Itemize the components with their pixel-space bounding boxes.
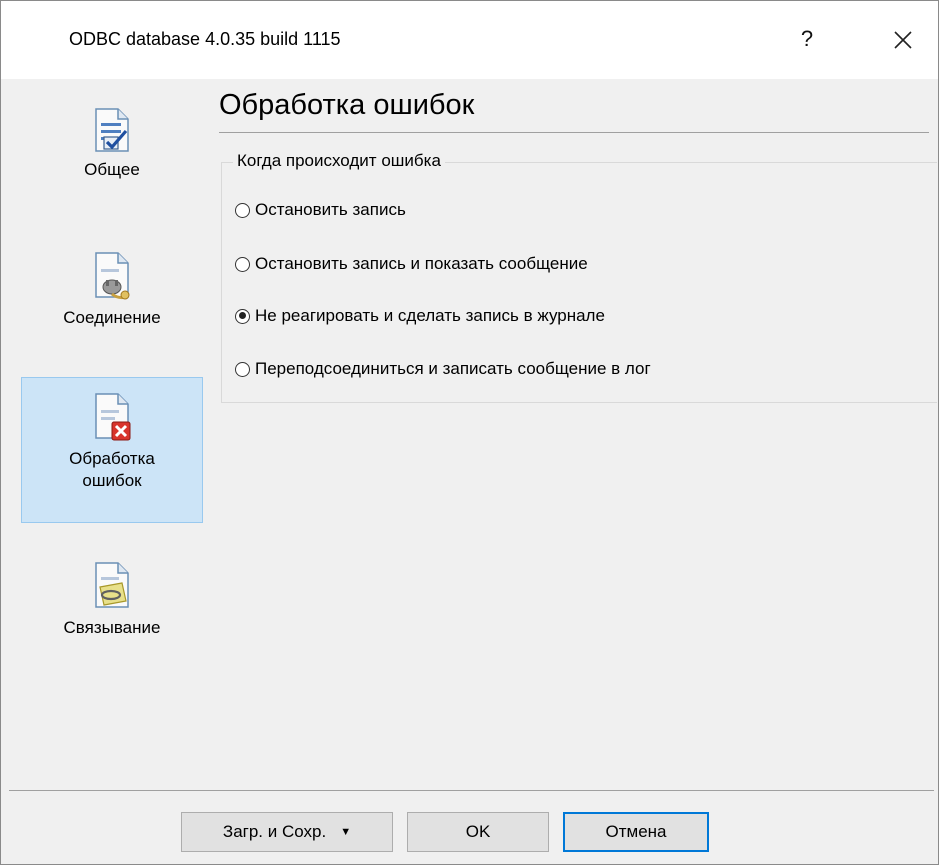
page-title: Обработка ошибок (219, 89, 475, 121)
close-icon (894, 30, 912, 49)
help-button[interactable]: ? (787, 17, 827, 61)
load-save-dropdown-button[interactable]: Загр. и Сохр. ▼ (181, 812, 393, 852)
close-button[interactable] (877, 17, 929, 61)
document-check-icon (95, 108, 129, 152)
document-error-icon (95, 393, 131, 441)
cancel-label: Отмена (605, 822, 667, 841)
sidebar-item-general[interactable]: Общее (21, 93, 203, 213)
radio-label: Не реагировать и сделать запись в журнал… (255, 306, 605, 325)
title-bar: ODBC database 4.0.35 build 1115 ? (1, 1, 938, 79)
radio-option-reconnect-and-log[interactable]: Переподсоединиться и записать сообщение … (235, 356, 651, 382)
radio-label: Остановить запись и показать сообщение (255, 254, 588, 273)
radio-button[interactable] (235, 361, 250, 377)
dialog-window: ODBC database 4.0.35 build 1115 ? Общее (0, 0, 939, 865)
radio-label: Переподсоединиться и записать сообщение … (255, 359, 651, 378)
radio-button-checked[interactable] (235, 308, 250, 324)
dropdown-arrow-icon: ▼ (340, 826, 352, 838)
sidebar-item-label: Общее (84, 160, 140, 179)
radio-option-stop-show-message[interactable]: Остановить запись и показать сообщение (235, 251, 588, 277)
load-save-label: Загр. и Сохр. (222, 822, 327, 841)
sidebar-item-binding[interactable]: Связывание (21, 549, 203, 669)
title-divider (219, 132, 929, 133)
group-label: Когда происходит ошибка (233, 151, 445, 171)
radio-option-ignore-and-log[interactable]: Не реагировать и сделать запись в журнал… (235, 303, 605, 329)
sidebar-item-label: Соединение (63, 308, 161, 327)
document-link-icon (95, 562, 129, 608)
radio-option-stop[interactable]: Остановить запись (235, 197, 406, 223)
sidebar-item-error-handling[interactable]: Обработка ошибок (21, 377, 203, 523)
sidebar-item-label: Связывание (63, 618, 161, 637)
sidebar-item-connection[interactable]: Соединение (21, 239, 203, 359)
sidebar-item-label: Обработка ошибок (69, 449, 155, 490)
radio-button[interactable] (235, 256, 250, 272)
radio-label: Остановить запись (255, 200, 406, 219)
document-plug-icon (95, 252, 130, 300)
ok-button[interactable]: OK (407, 812, 549, 852)
ok-label: OK (465, 822, 491, 841)
cancel-button[interactable]: Отмена (563, 812, 709, 852)
sidebar: Общее Соединение Обработка ошибок Связыв… (9, 79, 207, 791)
window-title: ODBC database 4.0.35 build 1115 (69, 29, 341, 49)
footer-divider (9, 790, 934, 791)
radio-button[interactable] (235, 202, 250, 218)
